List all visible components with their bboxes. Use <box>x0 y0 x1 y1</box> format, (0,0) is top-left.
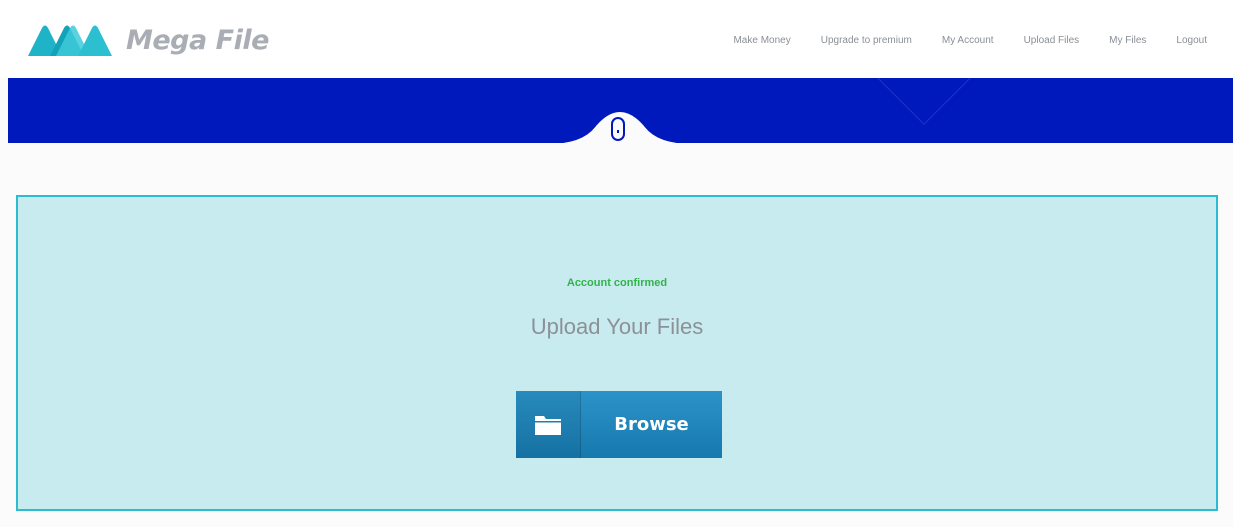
account-status: Account confirmed <box>566 277 668 289</box>
site-header: Mega File Make Money Upgrade to premium … <box>0 0 1233 78</box>
mouse-scroll-icon[interactable] <box>611 117 625 141</box>
logo[interactable]: Mega File <box>26 22 269 58</box>
browse-label: Browse <box>614 414 689 435</box>
browse-button[interactable]: Browse <box>516 391 722 458</box>
nav-make-money[interactable]: Make Money <box>733 35 790 46</box>
brand-name: Mega File <box>126 24 269 56</box>
main-nav: Make Money Upgrade to premium My Account… <box>703 35 1207 46</box>
nav-upload-files[interactable]: Upload Files <box>1024 35 1080 46</box>
nav-my-files[interactable]: My Files <box>1109 35 1146 46</box>
logo-mark-icon <box>28 25 112 56</box>
browse-icon-box <box>516 391 581 458</box>
nav-upgrade-premium[interactable]: Upgrade to premium <box>821 35 912 46</box>
nav-logout[interactable]: Logout <box>1176 35 1207 46</box>
upload-panel: Account confirmed Upload Your Files Brow… <box>16 195 1218 511</box>
nav-my-account[interactable]: My Account <box>942 35 994 46</box>
folder-icon <box>535 415 561 435</box>
upload-title: Upload Your Files <box>530 314 704 339</box>
